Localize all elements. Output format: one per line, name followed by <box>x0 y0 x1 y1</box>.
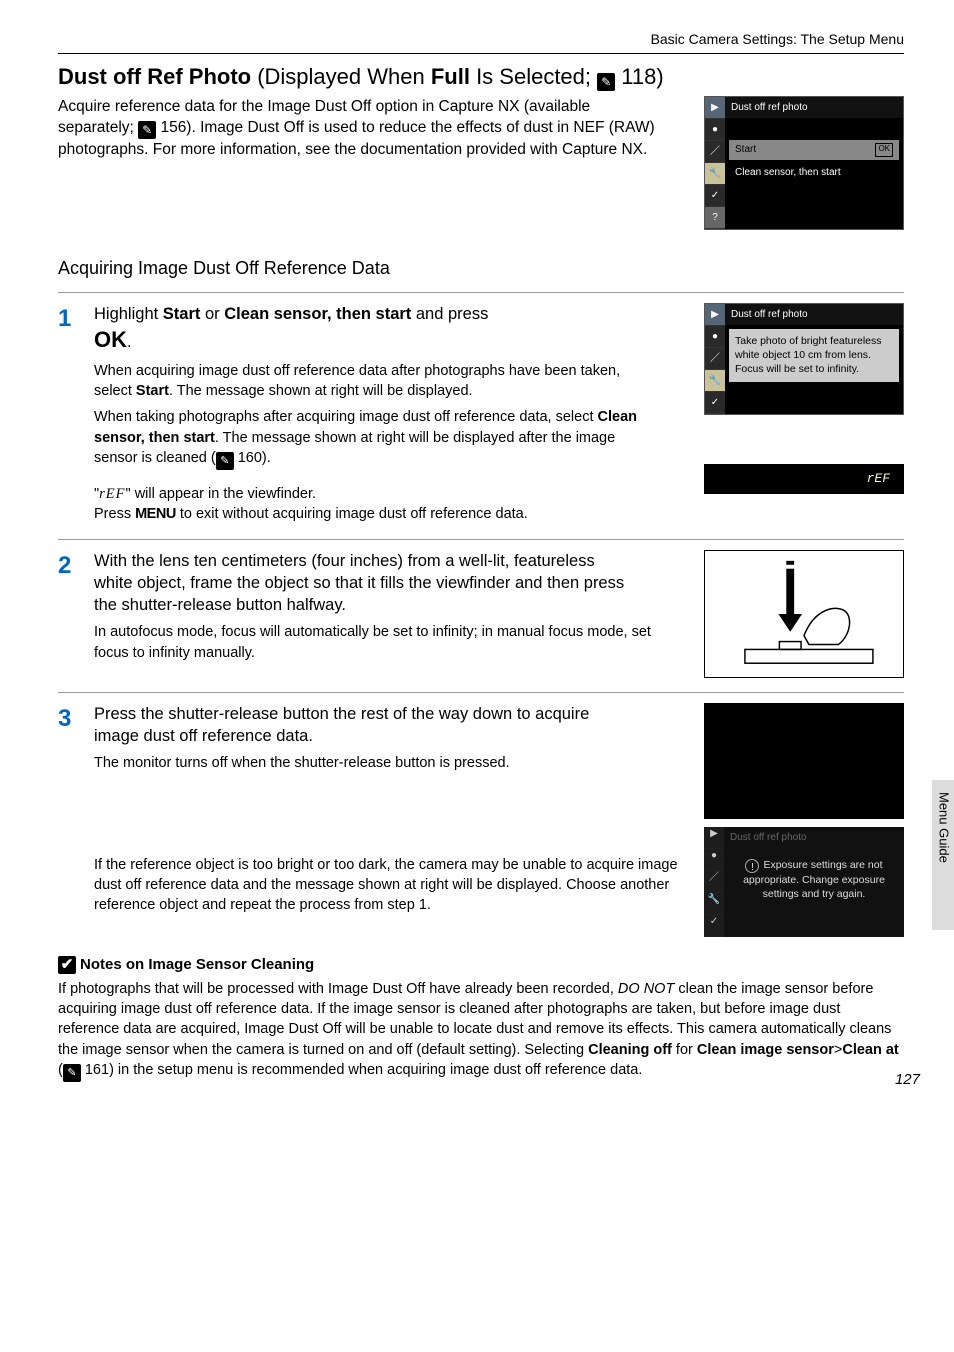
title-ref: 118) <box>615 64 664 89</box>
page-title: Dust off Ref Photo (Displayed When Full … <box>58 62 904 92</box>
notes-block: ✔Notes on Image Sensor Cleaning If photo… <box>58 955 904 1082</box>
menu-tab-pencil-icon: ／ <box>705 348 725 370</box>
ok-badge: OK <box>875 143 893 157</box>
title-main: Dust off Ref Photo <box>58 64 251 89</box>
step-1-para-2: When taking photographs after acquiring … <box>94 407 654 470</box>
menu-header: Dust off ref photo <box>725 97 903 119</box>
step-2: 2 With the lens ten centimeters (four in… <box>58 550 904 678</box>
menu-tab-play-icon: ▶ <box>705 97 725 119</box>
menu-tab-play-icon: ▶ <box>704 827 724 849</box>
divider <box>58 292 904 293</box>
menu-screenshot-error: ▶ ● ／ 🔧 ✓ Dust off ref photo !Exposure s… <box>704 827 904 937</box>
notes-body: If photographs that will be processed wi… <box>58 979 904 1082</box>
menu-tab-pencil-icon: ／ <box>704 871 724 893</box>
ref-symbol: rEF <box>99 486 125 502</box>
menu-screenshot-start: ▶ ● ／ 🔧 ✓ ? Dust off ref photo Start OK … <box>704 96 904 230</box>
menu-tab-setup-icon: 🔧 <box>705 370 725 392</box>
step-number: 1 <box>58 303 88 335</box>
step-3-heading: Press the shutter-release button the res… <box>94 703 634 748</box>
menu-tab-camera-icon: ● <box>704 849 724 871</box>
title-paren-bold: Full <box>431 64 470 89</box>
step-2-heading: With the lens ten centimeters (four inch… <box>94 550 634 617</box>
monitor-off-illustration <box>704 703 904 819</box>
menu-item-start-label: Start <box>735 143 756 157</box>
viewfinder-display: rEF <box>704 464 904 494</box>
section-subhead: Acquiring Image Dust Off Reference Data <box>58 256 904 280</box>
menu-item-start: Start OK <box>729 140 899 160</box>
title-paren-pre: (Displayed When <box>251 64 431 89</box>
menu-header: Dust off ref photo <box>725 304 903 326</box>
side-tab-label: Menu Guide <box>932 780 954 875</box>
shutter-press-illustration <box>704 550 904 678</box>
menu-button-label: MENU <box>135 506 176 522</box>
page-ref-icon: ✎ <box>216 452 234 470</box>
notes-heading: ✔Notes on Image Sensor Cleaning <box>58 955 904 975</box>
menu-tab-setup-icon: 🔧 <box>704 893 724 915</box>
step-number: 3 <box>58 703 88 735</box>
menu-item-clean: Clean sensor, then start <box>729 160 899 186</box>
menu-tab-retouch-icon: ✓ <box>705 392 725 414</box>
step-2-para-1: In autofocus mode, focus will automatica… <box>94 622 654 663</box>
side-tab: Menu Guide <box>932 780 954 930</box>
menu-tab-setup-icon: 🔧 <box>705 163 725 185</box>
divider <box>58 539 904 540</box>
menu-tab-help-icon: ? <box>705 207 725 229</box>
step-3: 3 Press the shutter-release button the r… <box>58 703 904 937</box>
page-ref-icon: ✎ <box>597 73 615 91</box>
breadcrumb: Basic Camera Settings: The Setup Menu <box>58 30 904 54</box>
error-message-text: Exposure settings are not appropriate. C… <box>743 859 885 900</box>
step-3-para-1: The monitor turns off when the shutter-r… <box>94 753 654 773</box>
notes-head-text: Notes on Image Sensor Cleaning <box>80 956 314 973</box>
menu-tab-retouch-icon: ✓ <box>705 185 725 207</box>
intro-paragraph: Acquire reference data for the Image Dus… <box>58 96 658 161</box>
menu-header: Dust off ref photo <box>724 827 904 849</box>
menu-screenshot-message: ▶ ● ／ 🔧 ✓ Dust off ref photo Take photo … <box>704 303 904 415</box>
check-icon: ✔ <box>58 956 76 974</box>
page-number: 127 <box>895 1070 920 1090</box>
error-message-panel: !Exposure settings are not appropriate. … <box>728 852 900 907</box>
menu-message: Take photo of bright featureless white o… <box>729 329 899 382</box>
menu-tab-camera-icon: ● <box>705 119 725 141</box>
step-number: 2 <box>58 550 88 582</box>
warning-icon: ! <box>745 859 759 873</box>
menu-tab-retouch-icon: ✓ <box>704 915 724 937</box>
menu-tab-play-icon: ▶ <box>705 304 725 326</box>
step-1: ▶ ● ／ 🔧 ✓ Dust off ref photo Take photo … <box>58 303 904 525</box>
menu-tab-camera-icon: ● <box>705 326 725 348</box>
menu-tab-pencil-icon: ／ <box>705 141 725 163</box>
step-1-para-3: "rEF" will appear in the viewfinder. Pre… <box>94 484 654 525</box>
step-3-para-2: If the reference object is too bright or… <box>94 855 684 916</box>
title-paren-post: Is Selected; <box>470 64 597 89</box>
page-ref-icon: ✎ <box>138 121 156 139</box>
step-1-para-1: When acquiring image dust off reference … <box>94 361 654 402</box>
page-ref-icon: ✎ <box>63 1064 81 1082</box>
divider <box>58 692 904 693</box>
